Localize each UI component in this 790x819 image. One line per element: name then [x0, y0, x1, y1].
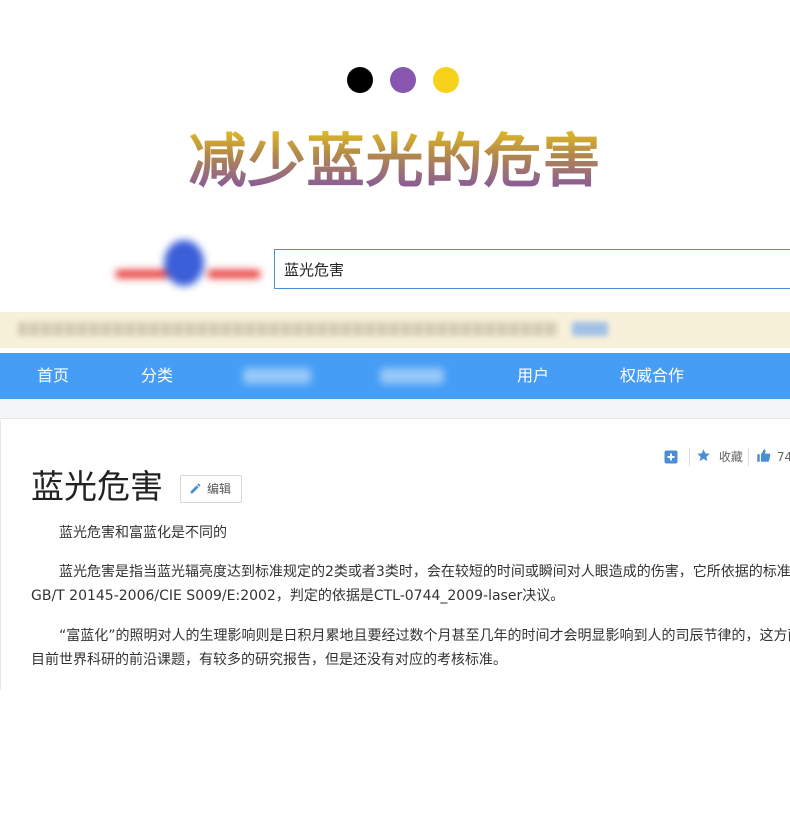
notice-bar [0, 312, 790, 348]
nav-item-partnership[interactable]: 权威合作 [620, 353, 684, 399]
nav-item-user[interactable]: 用户 [517, 353, 549, 399]
paw-logo-icon [164, 240, 204, 286]
main-navbar: 首页 分类 用户 权威合作 [0, 353, 790, 399]
like-button[interactable]: 74 [756, 448, 790, 466]
toolbar-divider [748, 448, 749, 466]
edit-label: 编辑 [207, 482, 232, 496]
paragraph-3-line-2: 目前世界科研的前沿课题，有较多的研究报告，但是还没有对应的考核标准。 [31, 652, 507, 668]
logo-left-part: ▬▬ [116, 254, 168, 284]
logo-right-part: ▬▬ [208, 254, 260, 284]
nav-item-blurred-1[interactable] [243, 368, 311, 384]
paragraph-3-line-1: “富蓝化”的照明对人的生理影响则是日积月累地且要经过数个月甚至几年的时间才会明显… [59, 628, 790, 644]
nav-item-home[interactable]: 首页 [37, 353, 69, 399]
nav-item-blurred-2[interactable] [380, 368, 444, 384]
dot-yellow [433, 67, 459, 93]
search-input[interactable] [274, 249, 790, 289]
favorite-label: 收藏 [718, 450, 743, 464]
hero-title: 减少蓝光的危害 [0, 126, 790, 196]
paragraph-2-line-2: GB/T 20145-2006/CIE S009/E:2002，判定的依据是CT… [31, 588, 565, 604]
decorative-dots [347, 67, 459, 93]
notice-link-blurred[interactable] [572, 322, 608, 336]
like-count: 74 [776, 450, 790, 464]
paragraph-line: 蓝光危害和富蓝化是不同的 [59, 525, 227, 541]
nav-subband [0, 399, 790, 419]
article-toolbar: 收藏 74 [664, 448, 790, 466]
edit-button[interactable]: 编辑 [180, 475, 242, 503]
thumbs-up-icon [757, 449, 771, 462]
nav-item-category[interactable]: 分类 [141, 353, 173, 399]
favorite-button[interactable]: 收藏 [696, 448, 743, 466]
star-icon [697, 449, 710, 462]
paragraph-2-line-1: 蓝光危害是指当蓝光辐亮度达到标准规定的2类或者3类时，会在较短的时间或瞬间对人眼… [59, 564, 790, 580]
notice-text-blurred [18, 322, 558, 336]
dot-black [347, 67, 373, 93]
dot-purple [390, 67, 416, 93]
site-logo[interactable]: ▬▬ ▬▬ [116, 238, 260, 290]
plus-square-icon[interactable] [664, 448, 678, 466]
toolbar-divider [689, 448, 690, 466]
pencil-icon [190, 483, 201, 494]
paragraph-1: 蓝光危害和富蓝化是不同的 [31, 521, 790, 545]
page-title: 蓝光危害 [31, 467, 163, 506]
